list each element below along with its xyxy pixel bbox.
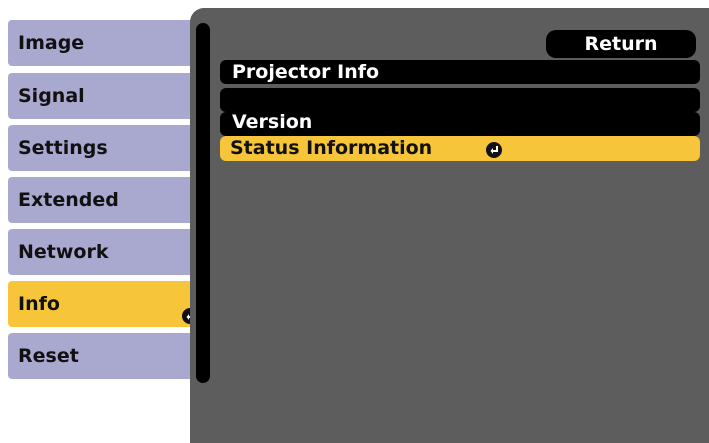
sidebar-item-label: Network (18, 241, 109, 263)
sidebar-item-label: Signal (18, 85, 85, 107)
return-button[interactable]: Return (546, 30, 696, 58)
sidebar-item-label: Info (18, 293, 60, 315)
sidebar-item-reset[interactable]: Reset (8, 333, 208, 379)
sidebar-item-network[interactable]: Network (8, 229, 208, 275)
sidebar-item-label: Reset (18, 345, 79, 367)
row-label-version: Version (232, 111, 313, 133)
info-panel: Return Projector Info Version Status Inf… (190, 8, 709, 443)
panel-divider (196, 23, 210, 383)
sidebar-item-image[interactable]: Image (8, 20, 208, 66)
row-label-status-information: Status Information (230, 137, 433, 159)
enter-return-icon (486, 140, 502, 158)
sidebar-item-label: Extended (18, 189, 119, 211)
sidebar-item-label: Settings (18, 137, 108, 159)
sidebar-item-label: Image (18, 32, 85, 54)
row-label-projector-info: Projector Info (232, 61, 380, 83)
row-status-information[interactable]: Status Information (220, 136, 700, 161)
sidebar-item-signal[interactable]: Signal (8, 73, 208, 119)
row-empty (220, 88, 700, 112)
sidebar-item-info[interactable]: Info (8, 281, 208, 327)
sidebar-item-settings[interactable]: Settings (8, 125, 208, 171)
return-label: Return (584, 33, 658, 55)
sidebar-item-extended[interactable]: Extended (8, 177, 208, 223)
